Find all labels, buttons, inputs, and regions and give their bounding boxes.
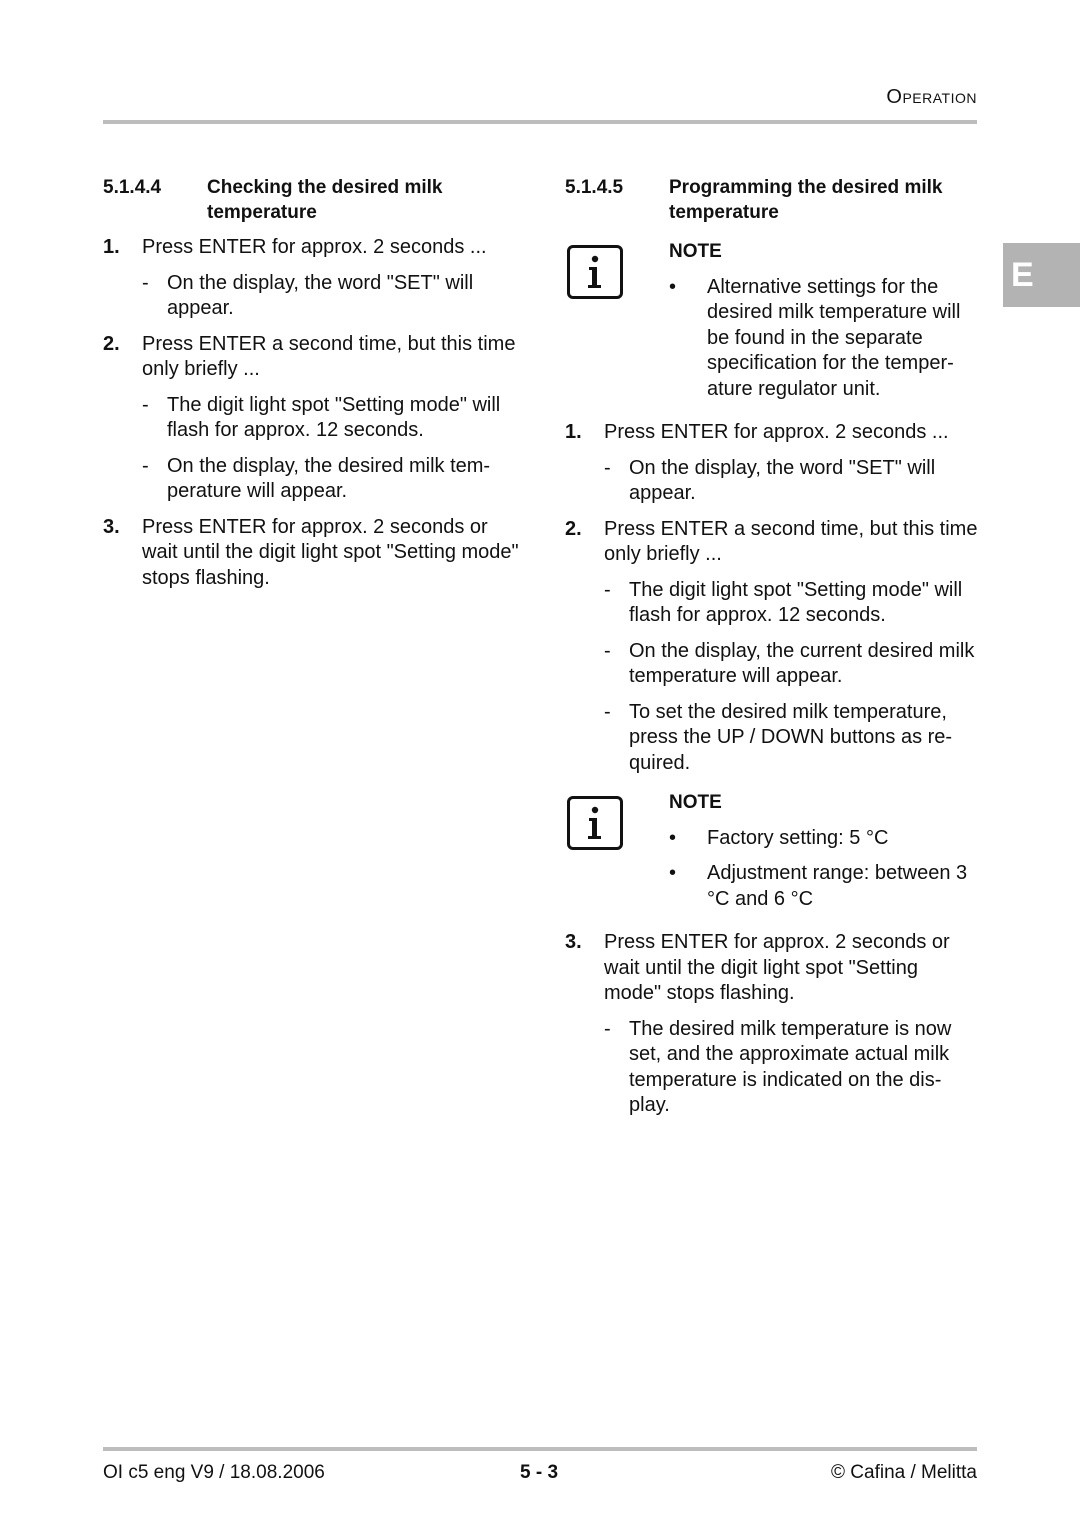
- info-icon: [567, 245, 623, 299]
- bullet-text: Adjustment range: between 3 °C and 6 °C: [707, 862, 968, 910]
- step-text: Press ENTER a second time, but this time…: [142, 332, 516, 381]
- step-text: Press ENTER a second time, but this time…: [604, 517, 978, 566]
- step-item: 3. Press ENTER for approx. 2 seconds or w…: [103, 515, 523, 592]
- left-column: 5.1.4.4 Checking the desired milk temper…: [103, 175, 523, 601]
- note-title: NOTE: [669, 792, 722, 813]
- step-number: 1.: [565, 421, 582, 443]
- step-number: 1.: [103, 236, 120, 258]
- footer-rule: [103, 1447, 977, 1451]
- info-icon: [567, 796, 623, 850]
- dash-marker: -: [142, 271, 149, 294]
- bullet-item: • Adjustment range: between 3 °C and 6 °C: [669, 861, 980, 912]
- dash-marker: -: [604, 1017, 611, 1040]
- dash-marker: -: [604, 456, 611, 479]
- bullet-text: Factory setting: 5 °C: [707, 826, 889, 849]
- bullet-item: • Factory setting: 5 °C: [669, 826, 980, 852]
- step-text: Press ENTER for approx. 2 seconds ...: [142, 236, 487, 258]
- section-title: Checking the desired milk temperature: [207, 177, 443, 223]
- sub-step-text: The digit light spot "Setting mode" will…: [629, 578, 963, 627]
- header-rule: [103, 120, 977, 124]
- sub-step-text: On the display, the current desired milk…: [629, 639, 975, 688]
- sub-step-text: The digit light spot "Setting mode" will…: [167, 393, 501, 442]
- sub-step-item: - On the display, the desired milk tem-pe…: [142, 454, 523, 505]
- language-tab: E: [1003, 243, 1080, 307]
- dash-marker: -: [604, 700, 611, 723]
- steps-list: 3. Press ENTER for approx. 2 seconds or w…: [565, 930, 980, 1119]
- steps-list: 1. Press ENTER for approx. 2 seconds ... -…: [103, 235, 523, 591]
- dash-marker: -: [142, 454, 149, 477]
- copyright: © Cafina / Melitta: [831, 1462, 977, 1483]
- section-number: 5.1.4.5: [565, 177, 624, 198]
- page-number: 5 - 3: [520, 1462, 559, 1483]
- sub-step-text: On the display, the desired milk tem-per…: [167, 454, 491, 503]
- sub-step-text: On the display, the word "SET" will appe…: [167, 271, 474, 320]
- steps-list: 1. Press ENTER for approx. 2 seconds ... -…: [565, 420, 980, 776]
- section-heading: 5.1.4.5 Programming the desired milk tem…: [565, 175, 980, 225]
- step-item: 3. Press ENTER for approx. 2 seconds or w…: [565, 930, 980, 1007]
- step-text: Press ENTER for approx. 2 seconds ...: [604, 421, 949, 443]
- sub-step-item: - On the display, the word "SET" will app…: [142, 271, 523, 322]
- sub-step-item: - On the display, the word "SET" will app…: [604, 456, 980, 507]
- sub-step-text: To set the desired milk temperature, pre…: [629, 700, 953, 774]
- step-number: 3.: [565, 931, 582, 953]
- dash-marker: -: [142, 393, 149, 416]
- dash-marker: -: [604, 578, 611, 601]
- sub-step-item: - To set the desired milk temperature, pr…: [604, 700, 980, 777]
- right-column: 5.1.4.5 Programming the desired milk tem…: [565, 175, 980, 1129]
- step-item: 1. Press ENTER for approx. 2 seconds ...: [103, 235, 523, 261]
- bullet-text: Alternative settings for the desired mil…: [707, 275, 961, 400]
- section-heading: 5.1.4.4 Checking the desired milk temper…: [103, 175, 523, 225]
- step-number: 3.: [103, 515, 120, 538]
- dash-marker: -: [604, 639, 611, 662]
- step-item: 2. Press ENTER a second time, but this ti…: [565, 517, 980, 568]
- note-box: NOTE • Factory setting: 5 °C • Adjustment ra…: [565, 790, 980, 912]
- step-number: 2.: [565, 517, 582, 540]
- note-box: NOTE • Alternative settings for the desire…: [565, 239, 980, 402]
- running-header: Operation: [886, 86, 977, 108]
- bullet-marker: •: [669, 275, 677, 298]
- step-text: Press ENTER for approx. 2 seconds or wai…: [604, 931, 950, 1004]
- step-text: Press ENTER for approx. 2 seconds or wai…: [142, 515, 519, 589]
- sub-step-text: On the display, the word "SET" will appe…: [629, 456, 936, 505]
- sub-step-text: The desired milk temperature is now set,…: [629, 1017, 952, 1117]
- note-title: NOTE: [669, 241, 722, 262]
- step-item: 2. Press ENTER a second time, but this ti…: [103, 332, 523, 383]
- bullet-item: • Alternative settings for the desired mi…: [669, 275, 980, 403]
- sub-step-item: - On the display, the current desired mil…: [604, 639, 980, 690]
- bullet-marker: •: [669, 862, 677, 884]
- section-title: Programming the desired milk temperature: [669, 177, 943, 223]
- document-version: OI c5 eng V9 / 18.08.2006: [103, 1462, 325, 1483]
- step-item: 1. Press ENTER for approx. 2 seconds ...: [565, 420, 980, 446]
- step-number: 2.: [103, 332, 120, 355]
- bullet-marker: •: [669, 826, 677, 849]
- sub-step-item: - The desired milk temperature is now set…: [604, 1017, 980, 1119]
- sub-step-item: - The digit light spot "Setting mode" wil…: [604, 578, 980, 629]
- section-number: 5.1.4.4: [103, 177, 162, 198]
- sub-step-item: - The digit light spot "Setting mode" wil…: [142, 393, 523, 444]
